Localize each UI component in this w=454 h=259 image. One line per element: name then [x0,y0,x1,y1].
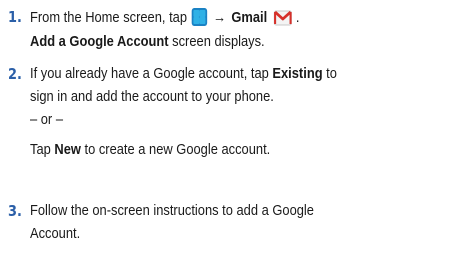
step-text: screen displays. [168,33,265,50]
step-text: From the Home screen, tap [30,9,188,26]
step-text: to [322,65,337,82]
instructions-page: 1. From the Home screen, tap → Gmail . A… [0,0,454,259]
step-text: to create a new Google account. [80,141,271,158]
gmail-envelope-icon [273,10,292,26]
step-text: Tap [30,141,55,158]
step-number: 1. [8,8,22,26]
step-number: 3. [8,202,22,220]
step-line: Tap New to create a new Google account. [30,141,270,159]
existing-option: Existing [272,65,323,82]
step-line: If you already have a Google account, ta… [30,65,337,83]
step-line: Follow the on-screen instructions to add… [30,202,314,219]
or-separator: – or – [30,111,63,128]
new-option: New [54,141,81,158]
step-line: Add a Google Account screen displays. [30,33,265,51]
step-line: sign in and add the account to your phon… [30,88,274,105]
gmail-label: Gmail [231,9,268,26]
arrow-symbol: → [213,9,227,26]
applications-grid-icon [191,8,207,26]
step-number: 2. [8,65,22,83]
step-line: From the Home screen, tap → Gmail . [30,8,300,26]
screen-name: Add a Google Account [30,33,169,50]
step-text: If you already have a Google account, ta… [30,65,273,82]
step-line: Account. [30,225,81,242]
